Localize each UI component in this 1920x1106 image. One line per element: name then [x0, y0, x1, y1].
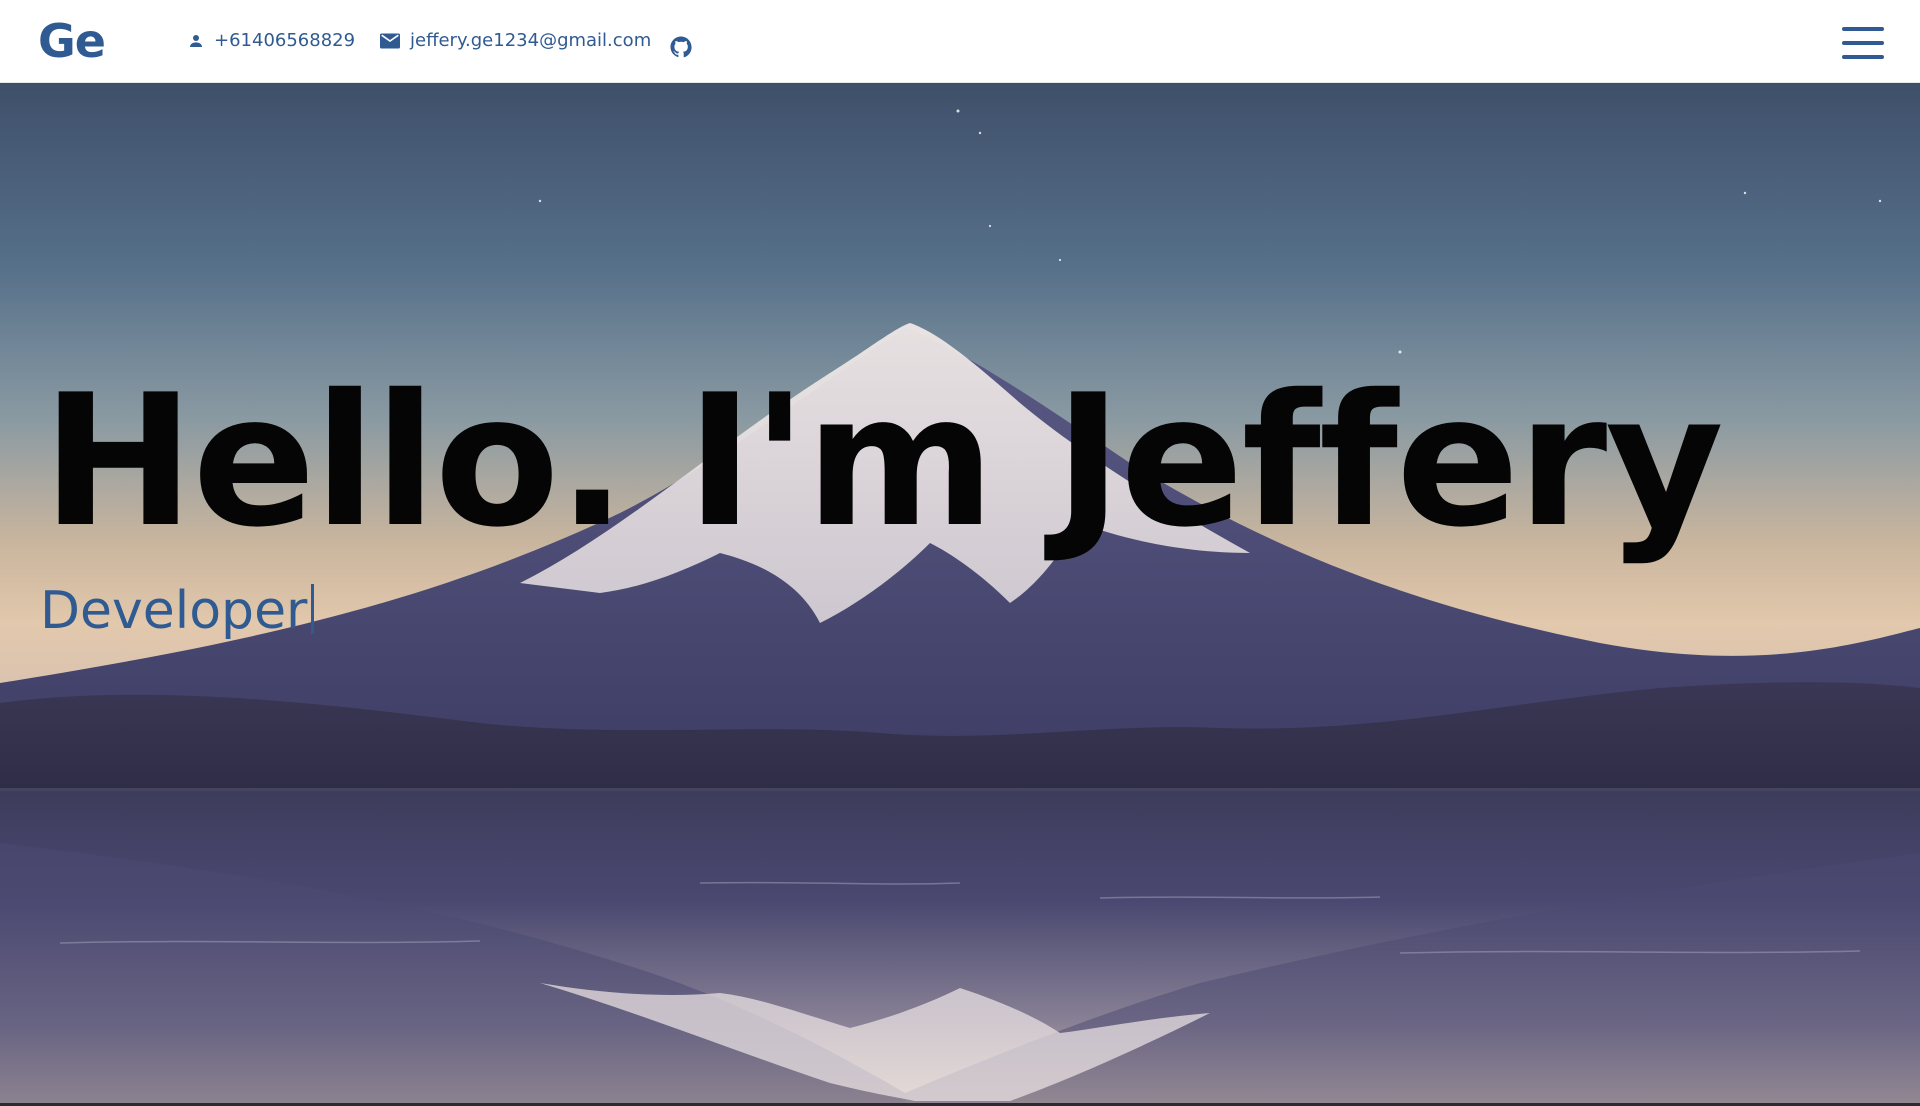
site-header: Ge +61406568829 jeffery.ge1234@gmail.com	[0, 0, 1920, 83]
github-link[interactable]	[669, 35, 693, 59]
menu-bar	[1842, 41, 1884, 45]
hero-role: Developer	[40, 580, 315, 642]
email-link[interactable]: jeffery.ge1234@gmail.com	[380, 30, 651, 51]
phone-number: +61406568829	[214, 30, 356, 51]
person-icon	[188, 33, 204, 49]
mail-icon	[380, 33, 400, 49]
github-icon	[669, 35, 693, 59]
email-address: jeffery.ge1234@gmail.com	[410, 30, 652, 51]
menu-bar	[1842, 27, 1884, 31]
site-logo[interactable]: Ge	[38, 14, 106, 69]
hero-title: Hello. I'm Jeffery	[42, 355, 1724, 567]
typing-cursor	[311, 584, 315, 634]
hero-section: Hello. I'm Jeffery Developer	[0, 83, 1920, 1103]
role-text: Developer	[40, 581, 308, 641]
menu-bar	[1842, 55, 1884, 59]
hamburger-menu-icon[interactable]	[1842, 27, 1884, 61]
phone-link[interactable]: +61406568829	[188, 30, 355, 51]
